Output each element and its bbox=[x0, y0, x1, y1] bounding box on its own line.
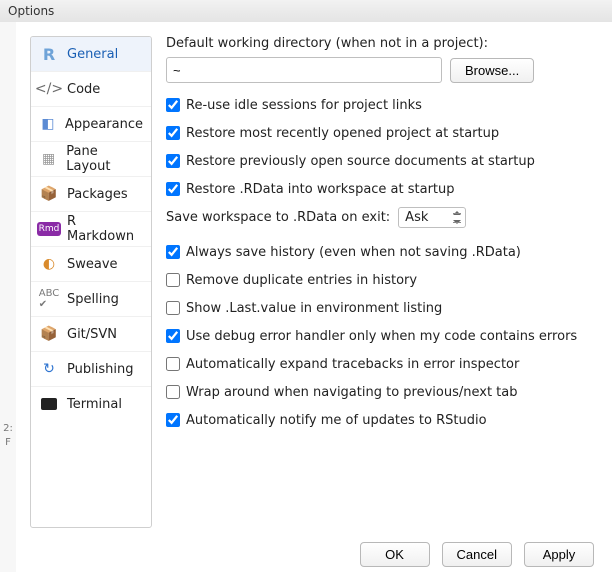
spelling-icon: ABC✔ bbox=[39, 289, 59, 309]
sidebar-item-label: Pane Layout bbox=[66, 144, 143, 174]
save-workspace-value: Ask bbox=[405, 210, 428, 225]
code-icon: </> bbox=[39, 79, 59, 99]
appearance-icon: ◧ bbox=[39, 114, 57, 134]
sidebar-item-appearance[interactable]: ◧ Appearance bbox=[31, 106, 151, 141]
save-workspace-select[interactable]: Ask bbox=[398, 207, 466, 228]
option-checkbox[interactable] bbox=[166, 301, 180, 315]
workdir-input[interactable] bbox=[166, 57, 442, 83]
sidebar-item-publishing[interactable]: ↻ Publishing bbox=[31, 351, 151, 386]
save-workspace-label: Save workspace to .RData on exit: bbox=[166, 210, 390, 225]
sidebar-item-pane-layout[interactable]: ▦ Pane Layout bbox=[31, 141, 151, 176]
option-checkbox-label: Automatically expand tracebacks in error… bbox=[186, 357, 519, 372]
sidebar-item-label: Git/SVN bbox=[67, 327, 117, 342]
sidebar-item-general[interactable]: R General bbox=[31, 37, 151, 71]
sidebar-item-label: General bbox=[67, 47, 118, 62]
sidebar-item-label: Appearance bbox=[65, 117, 143, 132]
sidebar-item-label: Spelling bbox=[67, 292, 119, 307]
panes-icon: ▦ bbox=[39, 149, 58, 169]
option-checkbox-row: Restore most recently opened project at … bbox=[166, 123, 594, 143]
package-icon: 📦 bbox=[39, 184, 59, 204]
obscured-editor-gutter: 2:F bbox=[0, 22, 17, 572]
option-checkbox[interactable] bbox=[166, 273, 180, 287]
terminal-icon bbox=[39, 394, 59, 414]
workdir-label: Default working directory (when not in a… bbox=[166, 36, 594, 51]
option-checkbox[interactable] bbox=[166, 182, 180, 196]
option-checkbox-row: Automatically expand tracebacks in error… bbox=[166, 354, 594, 374]
option-checkbox-row: Wrap around when navigating to previous/… bbox=[166, 382, 594, 402]
sidebar-item-sweave[interactable]: ◐ Sweave bbox=[31, 246, 151, 281]
startup-checkboxes: Re-use idle sessions for project links Re… bbox=[166, 95, 594, 199]
option-checkbox[interactable] bbox=[166, 385, 180, 399]
git-icon: 📦 bbox=[39, 324, 59, 344]
sidebar-item-label: Sweave bbox=[67, 257, 118, 272]
sidebar-item-label: Publishing bbox=[67, 362, 133, 377]
sweave-icon: ◐ bbox=[39, 254, 59, 274]
option-checkbox[interactable] bbox=[166, 329, 180, 343]
sidebar-item-git-svn[interactable]: 📦 Git/SVN bbox=[31, 316, 151, 351]
sidebar-item-terminal[interactable]: Terminal bbox=[31, 386, 151, 421]
option-checkbox[interactable] bbox=[166, 154, 180, 168]
option-checkbox-row: Show .Last.value in environment listing bbox=[166, 298, 594, 318]
sidebar-item-label: Packages bbox=[67, 187, 128, 202]
sidebar-item-label: R Markdown bbox=[67, 214, 143, 244]
dialog-footer: OK Cancel Apply bbox=[16, 542, 612, 572]
browse-button[interactable]: Browse... bbox=[450, 58, 534, 83]
options-dialog: R General </> Code ◧ Appearance ▦ Pane Layout 📦 P… bbox=[16, 22, 612, 542]
r-logo-icon: R bbox=[39, 44, 59, 64]
option-checkbox-label: Use debug error handler only when my cod… bbox=[186, 329, 577, 344]
sidebar-item-spelling[interactable]: ABC✔ Spelling bbox=[31, 281, 151, 316]
sidebar-item-packages[interactable]: 📦 Packages bbox=[31, 176, 151, 211]
option-checkbox-label: Remove duplicate entries in history bbox=[186, 273, 417, 288]
option-checkbox-row: Automatically notify me of updates to RS… bbox=[166, 410, 594, 430]
sidebar-item-code[interactable]: </> Code bbox=[31, 71, 151, 106]
option-checkbox-label: Re-use idle sessions for project links bbox=[186, 98, 422, 113]
option-checkbox-label: Restore most recently opened project at … bbox=[186, 126, 499, 141]
sidebar-item-r-markdown[interactable]: Rmd R Markdown bbox=[31, 211, 151, 246]
window-titlebar: Options bbox=[0, 0, 612, 23]
rmarkdown-icon: Rmd bbox=[39, 219, 59, 239]
option-checkbox-label: Automatically notify me of updates to RS… bbox=[186, 413, 487, 428]
option-checkbox-row: Restore previously open source documents… bbox=[166, 151, 594, 171]
option-checkbox-label: Wrap around when navigating to previous/… bbox=[186, 385, 518, 400]
option-checkbox-row: Use debug error handler only when my cod… bbox=[166, 326, 594, 346]
apply-button[interactable]: Apply bbox=[524, 542, 594, 567]
misc-checkboxes: Always save history (even when not savin… bbox=[166, 242, 594, 430]
ok-button[interactable]: OK bbox=[360, 542, 430, 567]
option-checkbox-row: Always save history (even when not savin… bbox=[166, 242, 594, 262]
sidebar-item-label: Code bbox=[67, 82, 100, 97]
option-checkbox-row: Restore .RData into workspace at startup bbox=[166, 179, 594, 199]
option-checkbox[interactable] bbox=[166, 413, 180, 427]
option-checkbox-row: Remove duplicate entries in history bbox=[166, 270, 594, 290]
chevron-up-icon bbox=[453, 211, 461, 215]
option-checkbox[interactable] bbox=[166, 98, 180, 112]
publish-icon: ↻ bbox=[39, 359, 59, 379]
option-checkbox-row: Re-use idle sessions for project links bbox=[166, 95, 594, 115]
sidebar-item-label: Terminal bbox=[67, 397, 122, 412]
window-title: Options bbox=[8, 4, 54, 18]
cancel-button[interactable]: Cancel bbox=[442, 542, 512, 567]
chevron-down-icon bbox=[453, 220, 461, 224]
option-checkbox-label: Show .Last.value in environment listing bbox=[186, 301, 442, 316]
options-general-pane: Default working directory (when not in a… bbox=[152, 22, 612, 542]
option-checkbox-label: Restore previously open source documents… bbox=[186, 154, 535, 169]
option-checkbox-label: Always save history (even when not savin… bbox=[186, 245, 521, 260]
category-sidebar: R General </> Code ◧ Appearance ▦ Pane Layout 📦 P… bbox=[30, 36, 152, 528]
option-checkbox[interactable] bbox=[166, 126, 180, 140]
option-checkbox-label: Restore .RData into workspace at startup bbox=[186, 182, 455, 197]
option-checkbox[interactable] bbox=[166, 357, 180, 371]
option-checkbox[interactable] bbox=[166, 245, 180, 259]
